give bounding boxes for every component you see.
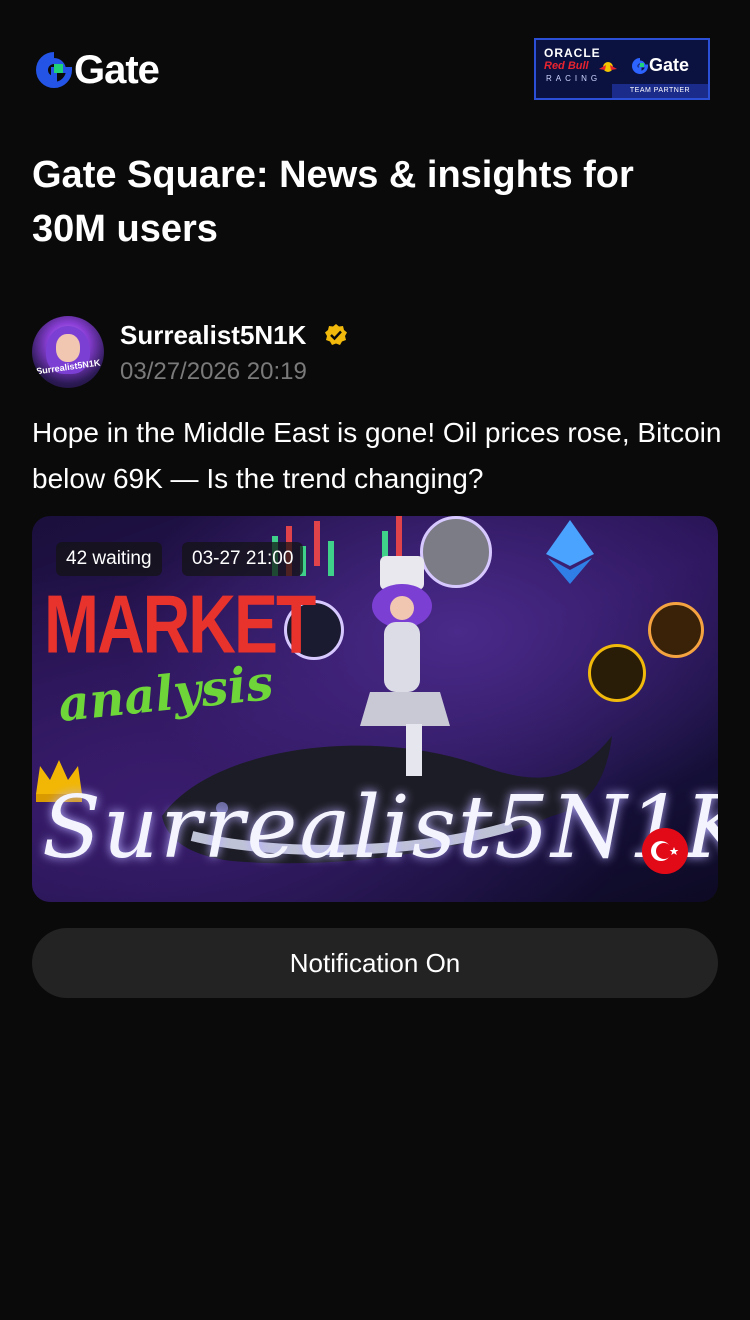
bnb-icon bbox=[588, 644, 646, 702]
cat-token-icon bbox=[648, 602, 704, 658]
team-partner-badge: ORACLE Red Bull RACING Gate TEAM PARTNER bbox=[534, 38, 710, 100]
waiting-count-badge: 42 waiting bbox=[56, 542, 162, 576]
partner-line2: Red Bull bbox=[544, 60, 589, 72]
post-title[interactable]: Hope in the Middle East is gone! Oil pri… bbox=[32, 410, 722, 502]
author-avatar[interactable]: Surrealist5N1K bbox=[32, 316, 104, 388]
partner-tag: TEAM PARTNER bbox=[612, 84, 708, 98]
verified-badge-icon bbox=[325, 324, 347, 345]
page: Gate ORACLE Red Bull RACING Gate TEAM PA… bbox=[0, 0, 750, 1320]
partner-gate: Gate bbox=[632, 55, 689, 76]
partner-line1: ORACLE bbox=[544, 46, 601, 60]
partner-brand: Gate bbox=[649, 55, 690, 75]
gate-mini-icon bbox=[632, 57, 648, 74]
red-bull-icon bbox=[599, 62, 617, 72]
partner-line3: RACING bbox=[546, 74, 602, 83]
ethereum-icon bbox=[546, 520, 594, 584]
gate-logo[interactable]: Gate bbox=[36, 48, 160, 92]
gate-logo-icon bbox=[36, 52, 72, 88]
author-name[interactable]: Surrealist5N1K bbox=[120, 318, 306, 352]
logo-text: Gate bbox=[74, 48, 160, 92]
turkey-flag-icon bbox=[642, 828, 688, 874]
post-timestamp: 03/27/2026 20:19 bbox=[120, 358, 307, 385]
banner-title: MARKET bbox=[44, 577, 316, 670]
rider-illustration bbox=[360, 556, 450, 776]
notification-on-button[interactable]: Notification On bbox=[32, 928, 718, 998]
post-banner[interactable]: 42 waiting 03-27 21:00 MARKET analysis S… bbox=[32, 516, 718, 902]
page-headline: Gate Square: News & insights for 30M use… bbox=[32, 154, 634, 250]
avatar-face bbox=[56, 334, 80, 362]
scheduled-time-badge: 03-27 21:00 bbox=[182, 542, 304, 576]
banner-signature: Surrealist5N1K bbox=[42, 778, 718, 878]
